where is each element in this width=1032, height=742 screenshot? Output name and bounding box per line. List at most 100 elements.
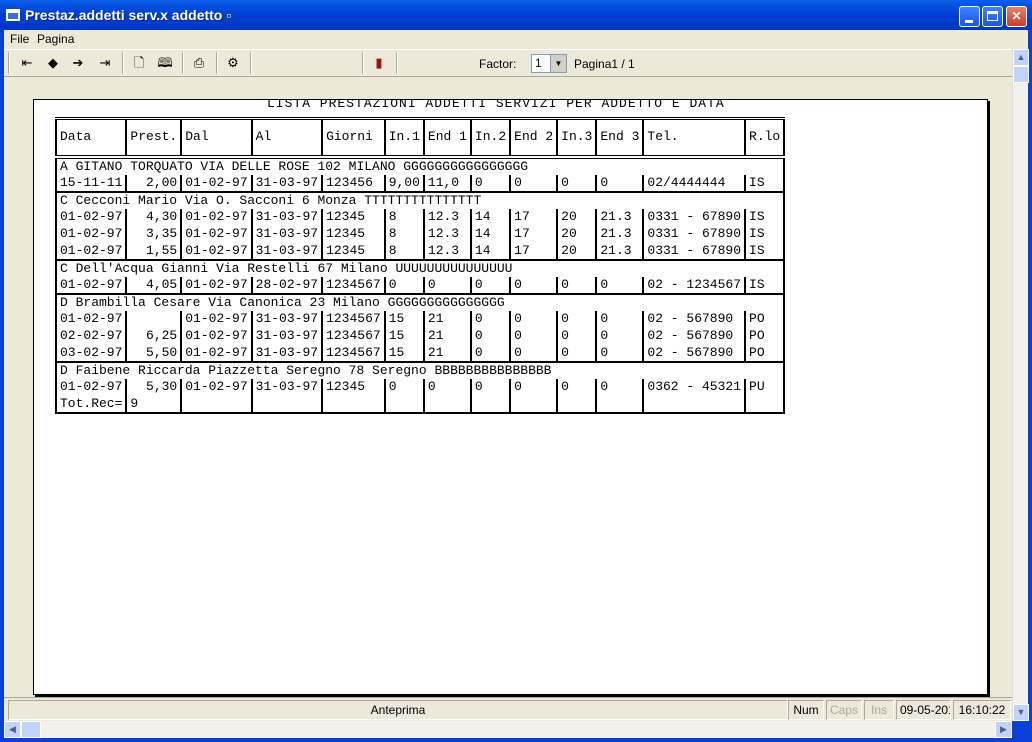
total-row: Tot.Rec= 9 [54,395,786,414]
next-page-button[interactable]: ➔ [67,53,89,74]
title-bar[interactable]: Prestaz.addetti serv.x addetto ▫ ✕ [0,0,1032,30]
table-cell: 12.3 [422,208,472,226]
table-cell: 0362 - 45321 [642,378,747,396]
table-cell: 0 [509,276,559,294]
table-cell: 4,30 [125,208,183,226]
print-setup-button[interactable]: ⚙ [222,53,244,74]
table-cell: 1234567 [321,310,386,328]
table-cell: 5,50 [125,344,183,362]
close-button[interactable]: ✕ [1006,6,1027,27]
table-cell: 21 [422,310,472,328]
toolbar-separator [396,52,398,74]
previous-page-icon: ◆ [48,55,58,70]
table-cell: 0 [509,327,559,345]
table-cell: 0 [509,310,559,328]
table-cell: 01-02-97 [180,344,253,362]
status-caps: Caps [826,700,862,720]
single-page-button[interactable]: 🗋 [128,53,150,74]
table-row: 01-02-97 3,35 01-02-97 31-03-97 12345 8 12.3 14… [54,225,786,243]
group-header: D Faibene Riccarda Piazzetta Seregno 78 … [54,360,786,379]
minimize-button[interactable] [959,6,980,27]
last-page-button[interactable]: ⇥ [94,53,116,74]
column-header: Dal [180,117,253,159]
factor-select[interactable]: 1 ▼ [531,54,567,73]
restore-button[interactable] [982,6,1003,27]
toolbar-grip [8,52,10,74]
table-cell [383,395,425,414]
total-label: Tot.Rec= [54,395,128,414]
table-cell: 01-02-97 [180,208,253,226]
table-cell: 02 - 1234567 [642,276,747,294]
chevron-down-icon: ▼ [1016,707,1026,717]
table-cell: 02 - 567890 [642,310,747,328]
printer-icon: ⎙ [193,55,205,70]
table-cell: 21 [422,344,472,362]
table-cell: IS [744,208,786,226]
chevron-up-icon: ▲ [1016,52,1026,62]
scroll-up-button[interactable]: ▲ [1013,49,1029,66]
table-cell: 9,00 [383,174,425,192]
table-cell: 01-02-97 [54,225,128,243]
table-cell: 01-02-97 [180,276,253,294]
table-cell: 0 [595,378,645,396]
scroll-thumb[interactable] [1013,66,1029,83]
table-cell: 0 [469,174,512,192]
table-cell [321,395,386,414]
table-cell [125,310,183,328]
table-cell: 15 [383,327,425,345]
last-page-icon: ⇥ [99,55,111,70]
column-header: End 2 [509,117,559,159]
horizontal-scrollbar[interactable]: ◀ ▶ [4,721,1012,738]
scroll-down-button[interactable]: ▼ [1013,704,1029,721]
menu-file[interactable]: File [10,32,29,46]
app-window: Prestaz.addetti serv.x addetto ▫ ✕ File … [0,0,1032,742]
chevron-down-icon[interactable]: ▼ [550,55,566,72]
toolbar-separator [122,52,124,74]
exit-button[interactable]: ▮ [368,53,390,74]
toolbar-separator [182,52,184,74]
print-preview-area[interactable]: LISTA PRESTAZIONI ADDETTI SERVIZI PER AD… [4,77,1012,697]
table-cell: 01-02-97 [54,208,128,226]
table-cell: 8 [383,225,425,243]
table-cell: 0 [469,310,512,328]
table-cell: PU [744,378,786,396]
table-cell: 0331 - 67890 [642,225,747,243]
menu-pagina[interactable]: Pagina [37,32,74,46]
table-cell: 31-03-97 [250,327,324,345]
window-title: Prestaz.addetti serv.x addetto ▫ [25,7,232,23]
table-row: 02-02-97 6,25 01-02-97 31-03-97 1234567 15 21 0… [54,327,786,345]
scroll-left-button[interactable]: ◀ [4,721,21,738]
table-cell: 0 [469,276,512,294]
table-cell: 02/4444444 [642,174,747,192]
toolbar-separator [362,52,364,74]
group-header: C Cecconi Mario Via O. Sacconi 6 Monza T… [54,190,786,209]
column-header: Tel. [642,117,747,159]
scroll-right-button[interactable]: ▶ [995,721,1012,738]
table-cell: 12345 [321,378,386,396]
table-cell: 0 [383,276,425,294]
group-header-row: C Cecconi Mario Via O. Sacconi 6 Monza T… [54,190,786,209]
two-pages-button[interactable]: 🕮 [154,53,176,74]
table-row: 01-02-97 4,30 01-02-97 31-03-97 12345 8 12.3 14… [54,208,786,226]
status-date: 09-05-2016 [896,700,951,720]
first-page-icon: ⇤ [21,55,33,70]
table-cell: 0 [595,344,645,362]
table-cell: 0 [556,276,598,294]
print-button[interactable]: ⎙ [188,53,210,74]
scroll-thumb[interactable] [21,721,41,738]
table-cell: 31-03-97 [250,378,324,396]
table-cell: 0 [509,174,559,192]
table-cell: 28-02-97 [250,276,324,294]
column-header: Al [250,117,324,159]
table-cell: 0 [469,327,512,345]
chevron-left-icon: ◀ [9,724,16,734]
table-cell: 20 [556,225,598,243]
first-page-button[interactable]: ⇤ [16,53,38,74]
group-header-row: C Dell'Acqua Gianni Via Restelli 67 Mila… [54,258,786,277]
previous-page-button[interactable]: ◆ [42,53,64,74]
factor-value: 1 [535,56,542,70]
report-title: LISTA PRESTAZIONI ADDETTI SERVIZI PER AD… [267,99,725,111]
column-header: Prest. [125,117,183,159]
table-row: 01-02-97 5,30 01-02-97 31-03-97 12345 0 0 0 0 0 0 0… [54,378,786,396]
vertical-scrollbar[interactable]: ▲ ▼ [1012,49,1029,721]
